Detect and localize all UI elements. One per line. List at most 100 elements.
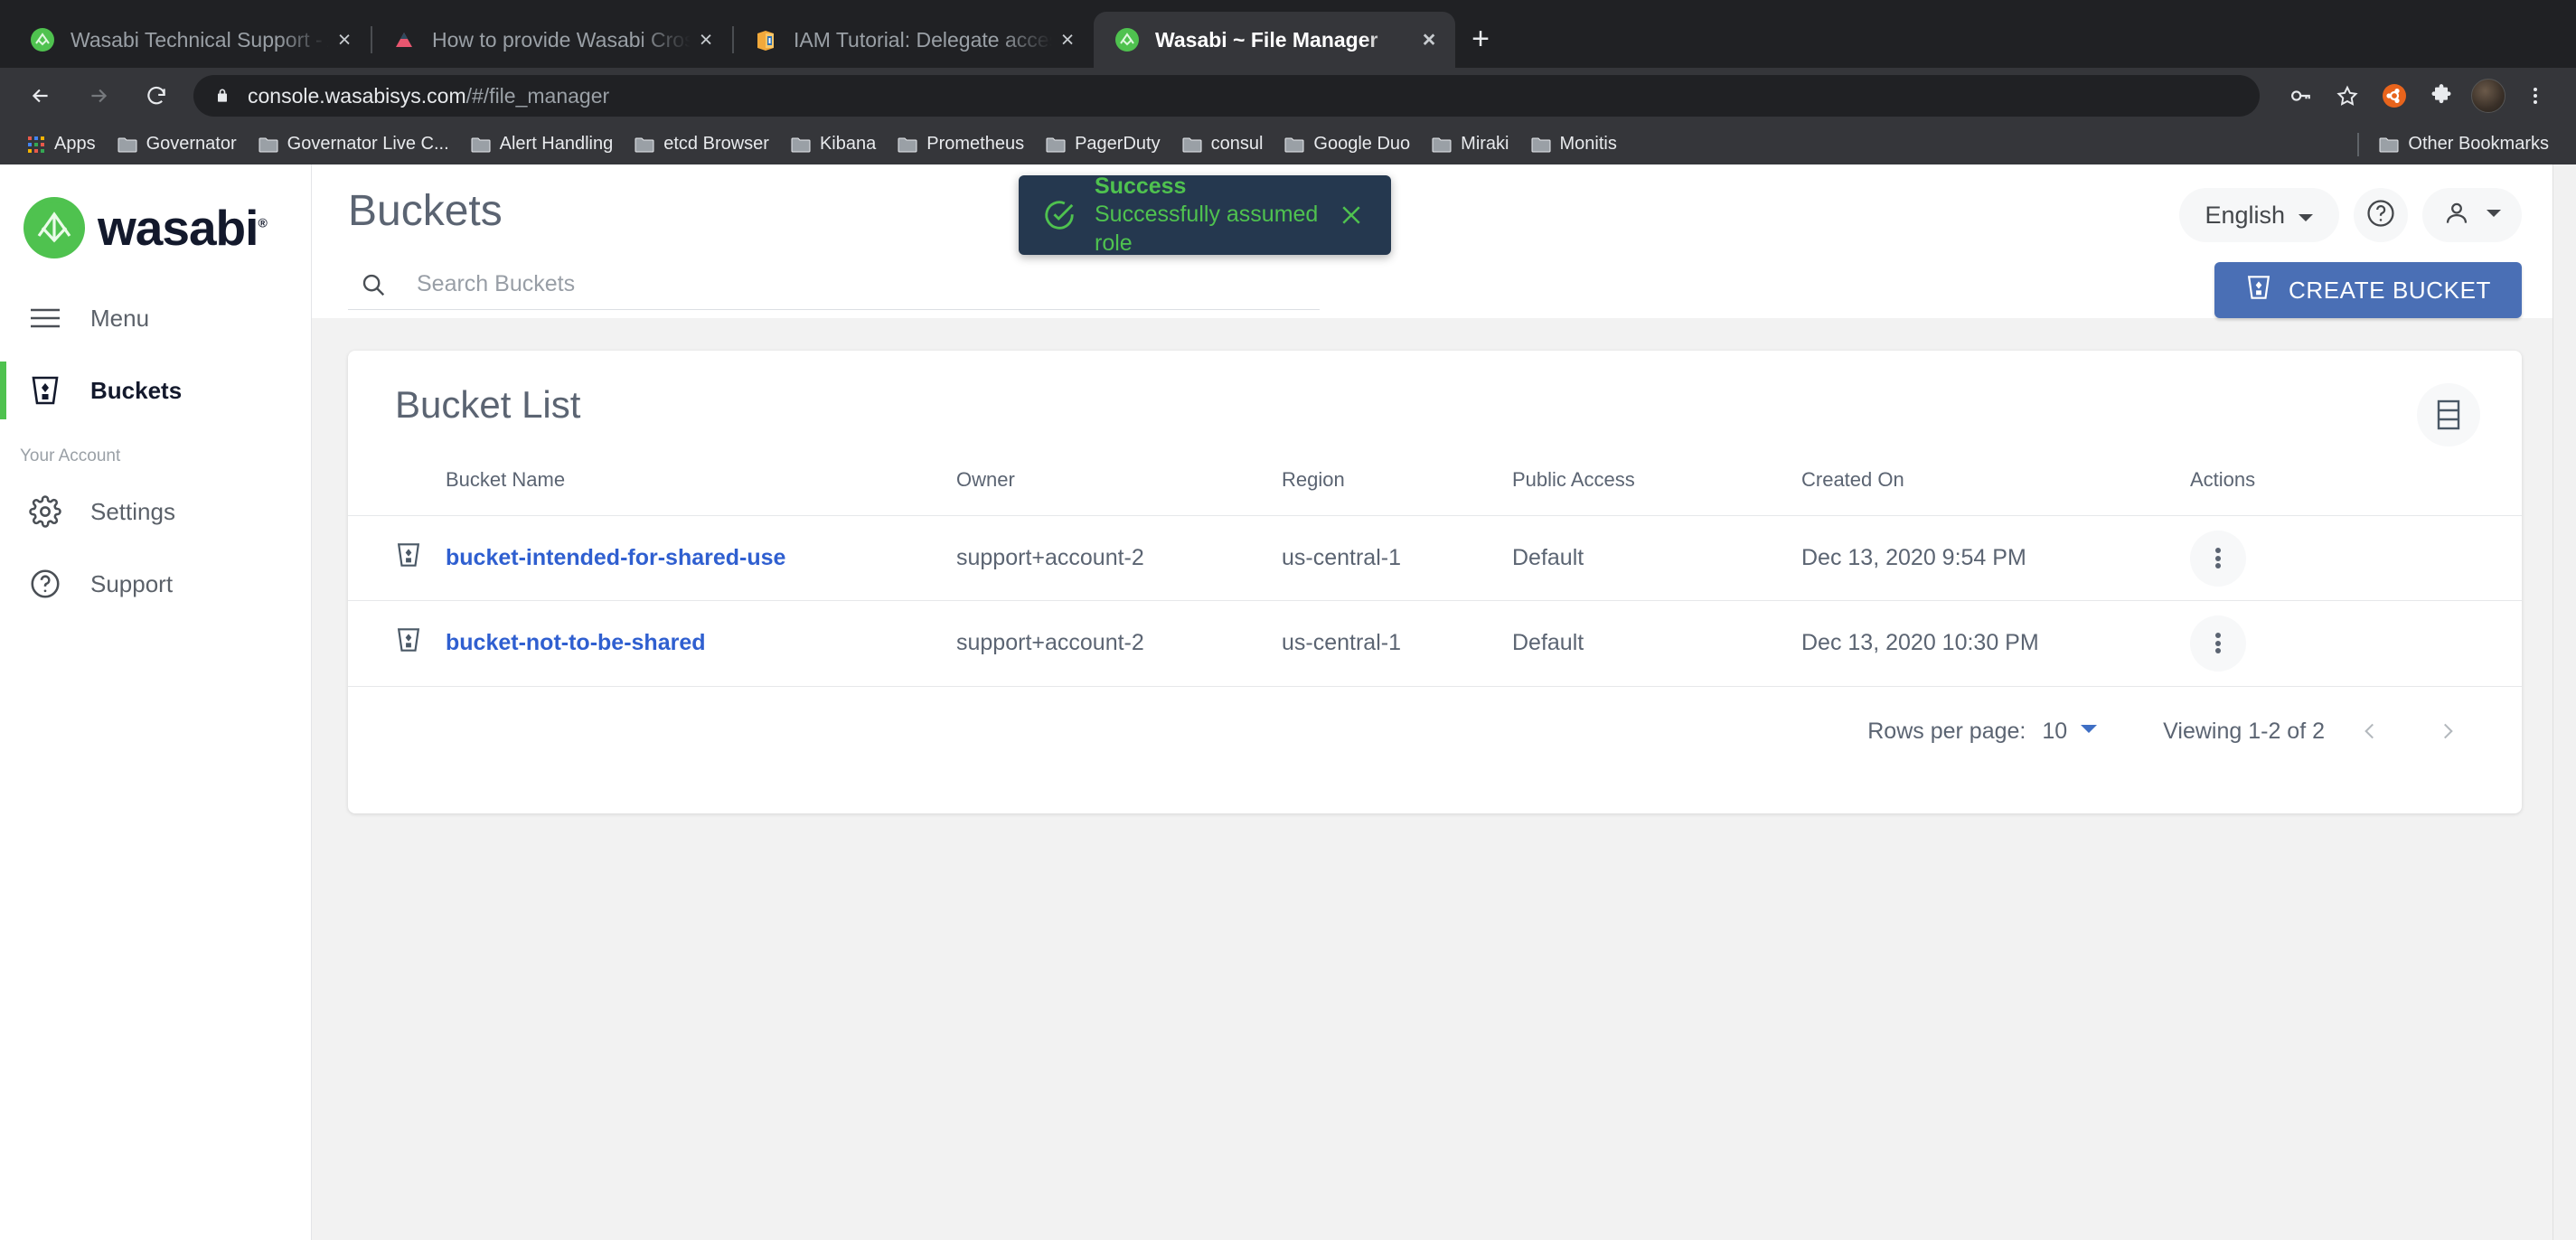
bookmark-label: Kibana	[819, 134, 877, 154]
bookmark-prometheus[interactable]: Prometheus	[887, 129, 1035, 160]
tab-strip: Wasabi Technical Support - Ag × How to p…	[0, 0, 2576, 68]
bookmark-consul[interactable]: consul	[1171, 129, 1274, 160]
chevron-down-icon	[2298, 202, 2314, 230]
folder-icon	[118, 136, 137, 153]
extensions-puzzle-icon[interactable]	[2421, 75, 2462, 117]
sidebar-item-support[interactable]: Support	[0, 548, 311, 620]
list-view-icon[interactable]	[2417, 383, 2480, 446]
row-bucket-name-cell: bucket-not-to-be-shared	[446, 600, 956, 686]
row-bucket-name-cell: bucket-intended-for-shared-use	[446, 515, 956, 601]
page-scrollbar[interactable]	[2552, 164, 2576, 1240]
close-icon[interactable]: ×	[1414, 24, 1444, 55]
tab-title: How to provide Wasabi Cross A	[432, 27, 691, 52]
col-header-bucket-name[interactable]: Bucket Name	[446, 459, 956, 516]
back-arrow-icon[interactable]	[20, 75, 61, 117]
bookmark-label: Alert Handling	[499, 134, 614, 154]
success-toast: Success Successfully assumed role	[1019, 174, 1391, 256]
browser-window: Wasabi Technical Support - Ag × How to p…	[0, 0, 2576, 1240]
bookmark-other-bookmarks[interactable]: Other Bookmarks	[2368, 129, 2560, 160]
bookmark-pagerduty[interactable]: PagerDuty	[1035, 129, 1171, 160]
bookmark-miraki[interactable]: Miraki	[1421, 129, 1519, 160]
row-public-access: Default	[1512, 600, 1801, 686]
star-icon[interactable]	[2327, 75, 2368, 117]
wasabi-logo[interactable]: wasabi®	[0, 164, 311, 258]
address-domain: console.wasabisys.com	[248, 83, 466, 108]
language-label: English	[2205, 201, 2285, 229]
bookmark-etcd-browser[interactable]: etcd Browser	[624, 129, 780, 160]
address-path: /#/file_manager	[465, 83, 610, 108]
profile-avatar[interactable]	[2468, 75, 2509, 117]
folder-icon	[898, 136, 917, 153]
col-header-public-access[interactable]: Public Access	[1512, 459, 1801, 516]
gear-icon	[20, 495, 71, 528]
browser-toolbar: console.wasabisys.com/#/file_manager	[0, 68, 2576, 124]
address-bar[interactable]: console.wasabisys.com/#/file_manager	[193, 75, 2260, 117]
col-header-region[interactable]: Region	[1282, 459, 1512, 516]
bookmark-governator[interactable]: Governator	[107, 129, 248, 160]
bookmark-alert-handling[interactable]: Alert Handling	[460, 129, 625, 160]
sidebar-item-buckets[interactable]: Buckets	[0, 354, 311, 427]
user-menu[interactable]	[2422, 188, 2522, 242]
close-icon[interactable]: ×	[329, 24, 360, 55]
chrome-menu-icon[interactable]	[2515, 75, 2556, 117]
bookmark-apps[interactable]: Apps	[16, 129, 107, 160]
browser-tab-4-active[interactable]: Wasabi ~ File Manager ×	[1094, 12, 1455, 68]
hamburger-icon	[20, 306, 71, 330]
bookmark-governator-live-c[interactable]: Governator Live C...	[248, 129, 460, 160]
bookmarks-divider	[2357, 132, 2360, 156]
browser-tab-2[interactable]: How to provide Wasabi Cross A ×	[371, 12, 732, 68]
row-bucket-icon	[348, 515, 446, 601]
col-header-created-on[interactable]: Created On	[1801, 459, 2190, 516]
bookmark-label: Prometheus	[926, 134, 1025, 154]
bookmark-google-duo[interactable]: Google Duo	[1274, 129, 1421, 160]
reload-icon[interactable]	[136, 75, 177, 117]
table-row[interactable]: bucket-intended-for-shared-use support+a…	[348, 515, 2522, 601]
sidebar-item-menu[interactable]: Menu	[0, 282, 311, 354]
kebab-menu-icon[interactable]	[2190, 530, 2246, 587]
table-header-row: Bucket Name Owner Region Public Access C…	[348, 459, 2522, 516]
chevron-down-icon	[2080, 723, 2098, 739]
close-icon[interactable]: ×	[691, 24, 721, 55]
folder-icon	[259, 136, 278, 153]
col-header-owner[interactable]: Owner	[956, 459, 1282, 516]
row-region: us-central-1	[1282, 515, 1512, 601]
create-bucket-button[interactable]: CREATE BUCKET	[2214, 262, 2522, 318]
sidebar-item-settings[interactable]: Settings	[0, 475, 311, 548]
kebab-menu-icon[interactable]	[2190, 615, 2246, 672]
wasabi-icon	[29, 26, 56, 53]
search-input[interactable]: Search Buckets	[417, 271, 575, 297]
rows-per-page-select[interactable]: 10	[2042, 719, 2098, 745]
bookmark-label: Governator	[146, 134, 237, 154]
bucket-icon	[20, 373, 71, 408]
forward-arrow-icon[interactable]	[78, 75, 119, 117]
language-selector[interactable]: English	[2179, 188, 2339, 242]
bookmark-monitis[interactable]: Monitis	[1520, 129, 1628, 160]
help-button[interactable]	[2354, 188, 2408, 242]
bookmark-label: etcd Browser	[663, 134, 769, 154]
ubuntu-icon[interactable]	[2374, 75, 2415, 117]
table-row[interactable]: bucket-not-to-be-shared support+account-…	[348, 600, 2522, 686]
folder-icon	[635, 136, 654, 153]
bucket-name-link[interactable]: bucket-not-to-be-shared	[446, 630, 706, 655]
browser-tab-3[interactable]: IAM Tutorial: Delegate access a ×	[732, 12, 1094, 68]
tab-title: Wasabi ~ File Manager	[1155, 27, 1378, 52]
col-header-actions: Actions	[2190, 468, 2256, 491]
search-bucket-field[interactable]: Search Buckets	[348, 271, 1320, 310]
close-icon[interactable]: ×	[1052, 24, 1083, 55]
chevron-right-icon[interactable]	[2415, 699, 2480, 764]
page-title: Buckets	[348, 187, 503, 235]
tab-title: IAM Tutorial: Delegate access a	[794, 27, 1052, 52]
wasabi-wordmark: wasabi®	[98, 200, 268, 256]
bucket-name-link[interactable]: bucket-intended-for-shared-use	[446, 545, 785, 570]
row-owner: support+account-2	[956, 515, 1282, 601]
row-public-access: Default	[1512, 515, 1801, 601]
chevron-left-icon[interactable]	[2337, 699, 2402, 764]
key-icon[interactable]	[2280, 75, 2321, 117]
bookmark-label: Monitis	[1559, 134, 1617, 154]
new-tab-button[interactable]: +	[1455, 14, 1506, 64]
browser-tab-1[interactable]: Wasabi Technical Support - Ag ×	[9, 12, 371, 68]
close-icon[interactable]	[1331, 195, 1371, 235]
wasabi-leaf-icon	[24, 197, 85, 258]
bookmark-kibana[interactable]: Kibana	[780, 129, 887, 160]
row-actions	[2190, 515, 2522, 601]
